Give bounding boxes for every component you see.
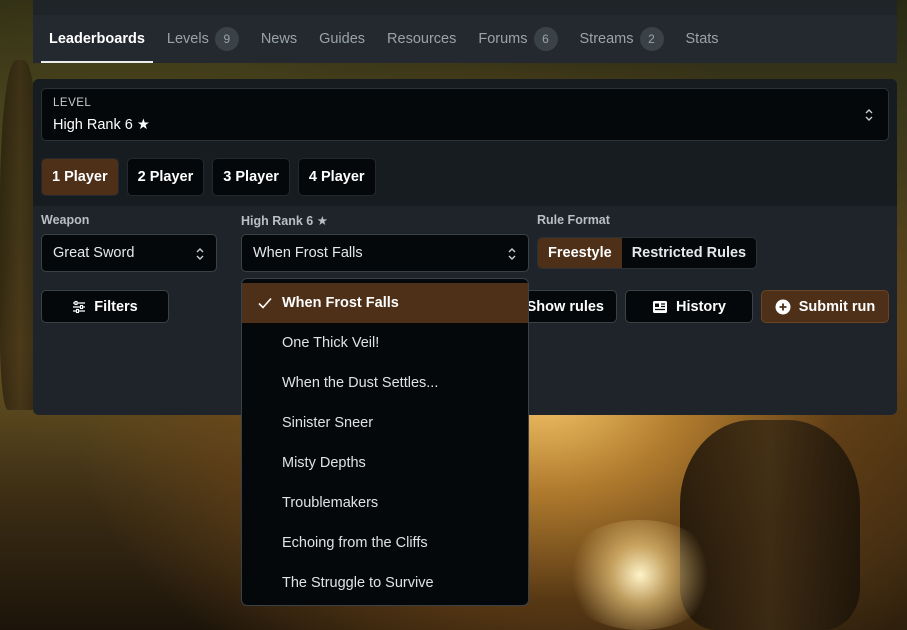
nav-levels[interactable]: Levels 9 xyxy=(167,15,239,63)
nav-forums[interactable]: Forums 6 xyxy=(478,15,558,63)
plus-circle-icon xyxy=(775,299,791,314)
rule-format-label: Rule Format xyxy=(537,213,610,227)
player-3-button[interactable]: 3 Player xyxy=(212,158,290,196)
option-label: Sinister Sneer xyxy=(282,415,374,431)
sunlight-patch xyxy=(560,520,720,630)
checkmark-icon xyxy=(258,297,272,309)
nav-label: Guides xyxy=(319,31,366,47)
quest-dropdown-menu: When Frost Falls One Thick Veil! When th… xyxy=(241,278,529,606)
quest-option[interactable]: Troublemakers xyxy=(242,483,528,523)
quest-option[interactable]: Echoing from the Cliffs xyxy=(242,523,528,563)
nav-guides[interactable]: Guides xyxy=(319,15,365,63)
quest-option[interactable]: Misty Depths xyxy=(242,443,528,483)
chevron-updown-icon xyxy=(196,248,204,260)
weapon-select[interactable]: Great Sword xyxy=(41,234,217,272)
level-select[interactable]: LEVEL High Rank 6 ★ xyxy=(41,88,889,141)
nav-resources[interactable]: Resources xyxy=(387,15,456,63)
nav-stats[interactable]: Stats xyxy=(686,15,719,63)
nav-news[interactable]: News xyxy=(261,15,297,63)
count-badge: 9 xyxy=(214,27,239,51)
level-value: High Rank 6 ★ xyxy=(53,117,150,133)
player-1-button[interactable]: 1 Player xyxy=(41,158,119,196)
rule-freestyle[interactable]: Freestyle xyxy=(538,238,622,268)
history-button[interactable]: History xyxy=(625,290,753,323)
option-label: Misty Depths xyxy=(282,455,366,471)
rule-restricted[interactable]: Restricted Rules xyxy=(622,238,756,268)
nav-label: Resources xyxy=(387,31,457,47)
option-label: When the Dust Settles... xyxy=(282,375,439,391)
show-rules-label: Show rules xyxy=(526,298,604,315)
nav-label: Streams xyxy=(579,31,634,47)
weapon-value: Great Sword xyxy=(53,245,135,261)
chevron-updown-icon xyxy=(865,109,873,121)
nav-streams[interactable]: Streams 2 xyxy=(580,15,664,63)
nav-label: Levels xyxy=(166,31,209,47)
quest-select[interactable]: When Frost Falls xyxy=(241,234,529,272)
option-label: The Struggle to Survive xyxy=(282,575,434,591)
option-label: One Thick Veil! xyxy=(282,335,380,351)
quest-option[interactable]: One Thick Veil! xyxy=(242,323,528,363)
header-strip xyxy=(33,0,897,15)
quest-option[interactable]: Sinister Sneer xyxy=(242,403,528,443)
option-label: Echoing from the Cliffs xyxy=(282,535,428,551)
option-label: Troublemakers xyxy=(282,495,379,511)
rule-format-toggle: Freestyle Restricted Rules xyxy=(537,237,758,269)
nav-label: News xyxy=(260,31,298,47)
nav-label: Stats xyxy=(685,31,719,47)
weapon-label: Weapon xyxy=(41,213,90,227)
quest-option[interactable]: When the Dust Settles... xyxy=(242,363,528,403)
submit-run-label: Submit run xyxy=(798,298,876,315)
history-label: History xyxy=(676,298,726,315)
nav-label: Leaderboards xyxy=(49,31,145,47)
quest-value: When Frost Falls xyxy=(253,245,363,261)
nav-label: Forums xyxy=(478,31,528,47)
newspaper-icon xyxy=(653,300,668,313)
main-nav: Leaderboards Levels 9 News Guides Resourc… xyxy=(33,15,897,63)
quest-option[interactable]: When Frost Falls xyxy=(242,283,528,323)
chevron-updown-icon xyxy=(508,248,516,260)
option-label: When Frost Falls xyxy=(282,295,399,311)
level-label: LEVEL xyxy=(53,97,92,109)
count-badge: 2 xyxy=(639,27,664,51)
quest-label: High Rank 6 ★ xyxy=(241,214,328,228)
sliders-icon xyxy=(73,300,86,313)
nav-leaderboards[interactable]: Leaderboards xyxy=(41,15,153,63)
count-badge: 6 xyxy=(533,27,558,51)
player-4-button[interactable]: 4 Player xyxy=(297,158,376,196)
quest-option[interactable]: The Struggle to Survive xyxy=(242,563,528,603)
player-count-group: 1 Player 2 Player 3 Player 4 Player xyxy=(41,158,376,196)
submit-run-button[interactable]: Submit run xyxy=(761,290,889,323)
filters-label: Filters xyxy=(94,298,138,315)
player-2-button[interactable]: 2 Player xyxy=(126,158,205,196)
filters-button[interactable]: Filters xyxy=(41,290,169,323)
